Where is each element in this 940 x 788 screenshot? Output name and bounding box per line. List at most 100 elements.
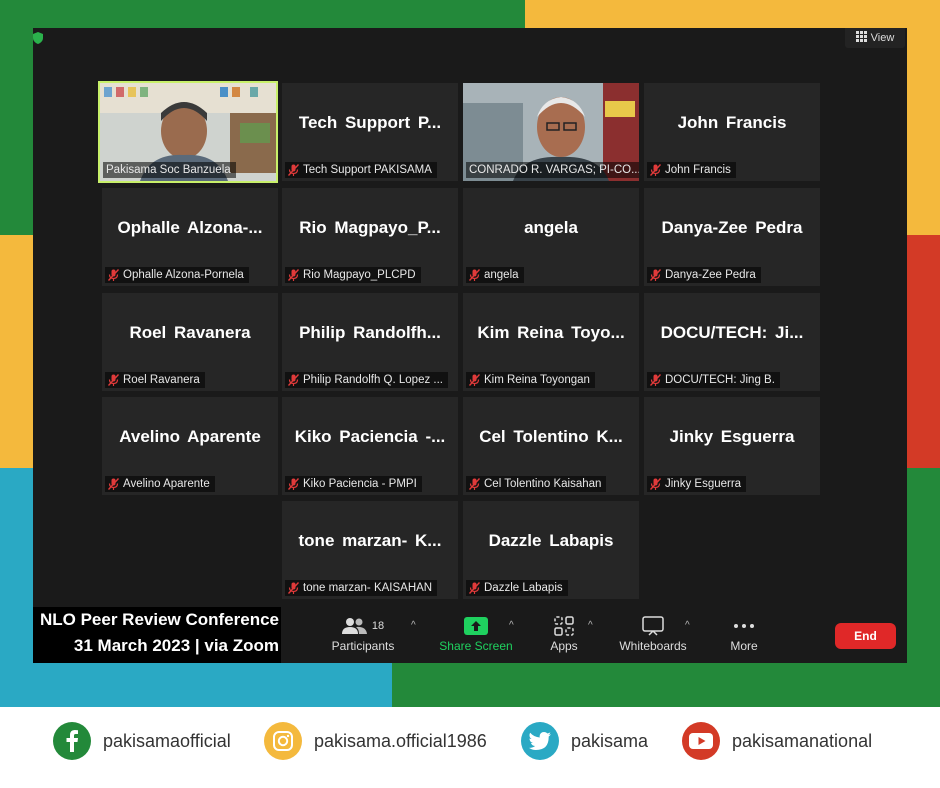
whiteboards-chevron-up-icon[interactable]: ^ xyxy=(685,620,690,631)
participant-tile[interactable]: Philip Randolfh... Philip Randolfh Q. Lo… xyxy=(282,293,458,391)
muted-mic-icon xyxy=(650,478,661,490)
participant-tile[interactable]: Kiko Paciencia -... Kiko Paciencia - PMP… xyxy=(282,397,458,495)
whiteboard-icon xyxy=(642,615,664,636)
participants-label: Participants xyxy=(331,638,395,653)
participant-name-label: DOCU/TECH: Jing B. xyxy=(647,372,780,388)
muted-mic-icon xyxy=(469,582,480,594)
participant-name-label: Kiko Paciencia - PMPI xyxy=(285,476,422,492)
security-shield-icon xyxy=(33,32,43,47)
participant-display-name: Danya-Zee Pedra xyxy=(661,218,803,237)
share-screen-icon xyxy=(464,616,488,635)
whiteboards-button[interactable]: Whiteboards xyxy=(611,602,695,663)
youtube-icon xyxy=(682,722,720,760)
participant-tile[interactable]: tone marzan- K... tone marzan- KAISAHAN xyxy=(282,501,458,599)
participant-tile[interactable]: Danya-Zee Pedra Danya-Zee Pedra xyxy=(644,188,820,286)
participant-tile[interactable]: angela angela xyxy=(463,188,639,286)
muted-mic-icon xyxy=(288,582,299,594)
apps-button[interactable]: Apps xyxy=(538,602,590,663)
social-twitter[interactable]: pakisama xyxy=(521,722,648,760)
participant-tile[interactable]: Avelino Aparente Avelino Aparente xyxy=(102,397,278,495)
instagram-icon xyxy=(264,722,302,760)
youtube-handle: pakisamanational xyxy=(732,730,873,751)
muted-mic-icon xyxy=(288,478,299,490)
participant-name-label: angela xyxy=(466,267,524,283)
participant-tile-video-active-speaker[interactable]: Pakisama Soc Banzuela xyxy=(98,81,278,183)
social-youtube[interactable]: pakisamanational xyxy=(682,722,872,760)
grid-view-icon xyxy=(855,31,867,45)
participant-name-label: Cel Tolentino Kaisahan xyxy=(466,476,607,492)
muted-mic-icon xyxy=(650,269,661,281)
participant-tile[interactable]: Jinky Esguerra Jinky Esguerra xyxy=(644,397,820,495)
participant-name-label: Ophalle Alzona-Pornela xyxy=(105,267,249,283)
share-chevron-up-icon[interactable]: ^ xyxy=(509,620,514,631)
end-meeting-button[interactable]: End xyxy=(835,623,896,649)
share-screen-button[interactable]: Share Screen xyxy=(433,602,519,663)
participant-name-label: tone marzan- KAISAHAN xyxy=(285,580,438,596)
more-label: More xyxy=(730,638,758,653)
participant-tile[interactable]: Dazzle Labapis Dazzle Labapis xyxy=(463,501,639,599)
participant-display-name: Philip Randolfh... xyxy=(299,323,441,342)
participant-tile-video[interactable]: CONRADO R. VARGAS; PI-CO... xyxy=(463,83,639,181)
participant-display-name: angela xyxy=(524,218,578,237)
participant-tile[interactable]: Cel Tolentino K... Cel Tolentino Kaisaha… xyxy=(463,397,639,495)
more-icon xyxy=(734,623,754,628)
zoom-meeting-window: View Pakisama Soc Banzuela Tech Support … xyxy=(33,28,907,663)
caption-title: NLO Peer Review Conference xyxy=(39,610,279,629)
muted-mic-icon xyxy=(288,269,299,281)
muted-mic-icon xyxy=(108,269,119,281)
participant-tile[interactable]: DOCU/TECH: Ji... DOCU/TECH: Jing B. xyxy=(644,293,820,391)
facebook-handle: pakisamaofficial xyxy=(103,730,231,751)
participant-display-name: Kiko Paciencia -... xyxy=(294,427,446,446)
participant-name-label: Jinky Esguerra xyxy=(647,476,747,492)
twitter-icon xyxy=(521,722,559,760)
participant-display-name: Jinky Esguerra xyxy=(669,427,795,446)
caption-date: 31 March 2023 | via Zoom xyxy=(73,636,279,655)
muted-mic-icon xyxy=(650,374,661,386)
social-facebook[interactable]: pakisamaofficial xyxy=(53,722,231,760)
muted-mic-icon xyxy=(108,374,119,386)
participant-display-name: DOCU/TECH: Ji... xyxy=(660,323,804,342)
participant-display-name: Ophalle Alzona-... xyxy=(117,218,263,237)
twitter-handle: pakisama xyxy=(571,730,649,751)
participant-name-label: Philip Randolfh Q. Lopez ... xyxy=(285,372,448,388)
muted-mic-icon xyxy=(288,164,299,176)
participant-tile[interactable]: Ophalle Alzona-... Ophalle Alzona-Pornel… xyxy=(102,188,278,286)
participant-name-label: CONRADO R. VARGAS; PI-CO... xyxy=(466,162,639,178)
participant-name-label: John Francis xyxy=(647,162,736,178)
muted-mic-icon xyxy=(288,374,299,386)
participant-tile[interactable]: Tech Support P... Tech Support PAKISAMA xyxy=(282,83,458,181)
participant-display-name: Roel Ravanera xyxy=(129,323,251,342)
participant-display-name: Avelino Aparente xyxy=(119,427,261,446)
participant-tile[interactable]: Rio Magpayo_P... Rio Magpayo_PLCPD xyxy=(282,188,458,286)
muted-mic-icon xyxy=(469,478,480,490)
participant-display-name: Kim Reina Toyo... xyxy=(477,323,625,342)
social-footer: pakisamaofficial pakisama.official1986 p… xyxy=(0,707,940,788)
apps-chevron-up-icon[interactable]: ^ xyxy=(588,620,593,631)
participants-icon xyxy=(341,617,367,634)
muted-mic-icon xyxy=(108,478,119,490)
participant-tile[interactable]: Roel Ravanera Roel Ravanera xyxy=(102,293,278,391)
participant-name-label: Rio Magpayo_PLCPD xyxy=(285,267,421,283)
participants-count: 18 xyxy=(371,619,385,632)
participant-display-name: Cel Tolentino K... xyxy=(479,427,623,446)
apps-label: Apps xyxy=(550,638,578,653)
instagram-handle: pakisama.official1986 xyxy=(314,730,487,751)
view-button[interactable]: View xyxy=(845,28,905,48)
participant-name-label: Danya-Zee Pedra xyxy=(647,267,761,283)
more-button[interactable]: More xyxy=(721,602,767,663)
participant-name-label: Dazzle Labapis xyxy=(466,580,568,596)
participants-button[interactable]: 18 Participants xyxy=(323,602,403,663)
muted-mic-icon xyxy=(469,374,480,386)
participant-display-name: Rio Magpayo_P... xyxy=(299,218,441,237)
participant-name-label: Roel Ravanera xyxy=(105,372,205,388)
participant-display-name: Tech Support P... xyxy=(298,113,442,132)
muted-mic-icon xyxy=(650,164,661,176)
participant-display-name: Dazzle Labapis xyxy=(488,531,614,550)
participant-tile[interactable]: John Francis John Francis xyxy=(644,83,820,181)
participant-tile[interactable]: Kim Reina Toyo... Kim Reina Toyongan xyxy=(463,293,639,391)
social-instagram[interactable]: pakisama.official1986 xyxy=(264,722,487,760)
apps-icon xyxy=(554,615,574,636)
participants-chevron-up-icon[interactable]: ^ xyxy=(411,620,416,631)
share-screen-label: Share Screen xyxy=(439,638,513,653)
participant-name-label: Tech Support PAKISAMA xyxy=(285,162,437,178)
